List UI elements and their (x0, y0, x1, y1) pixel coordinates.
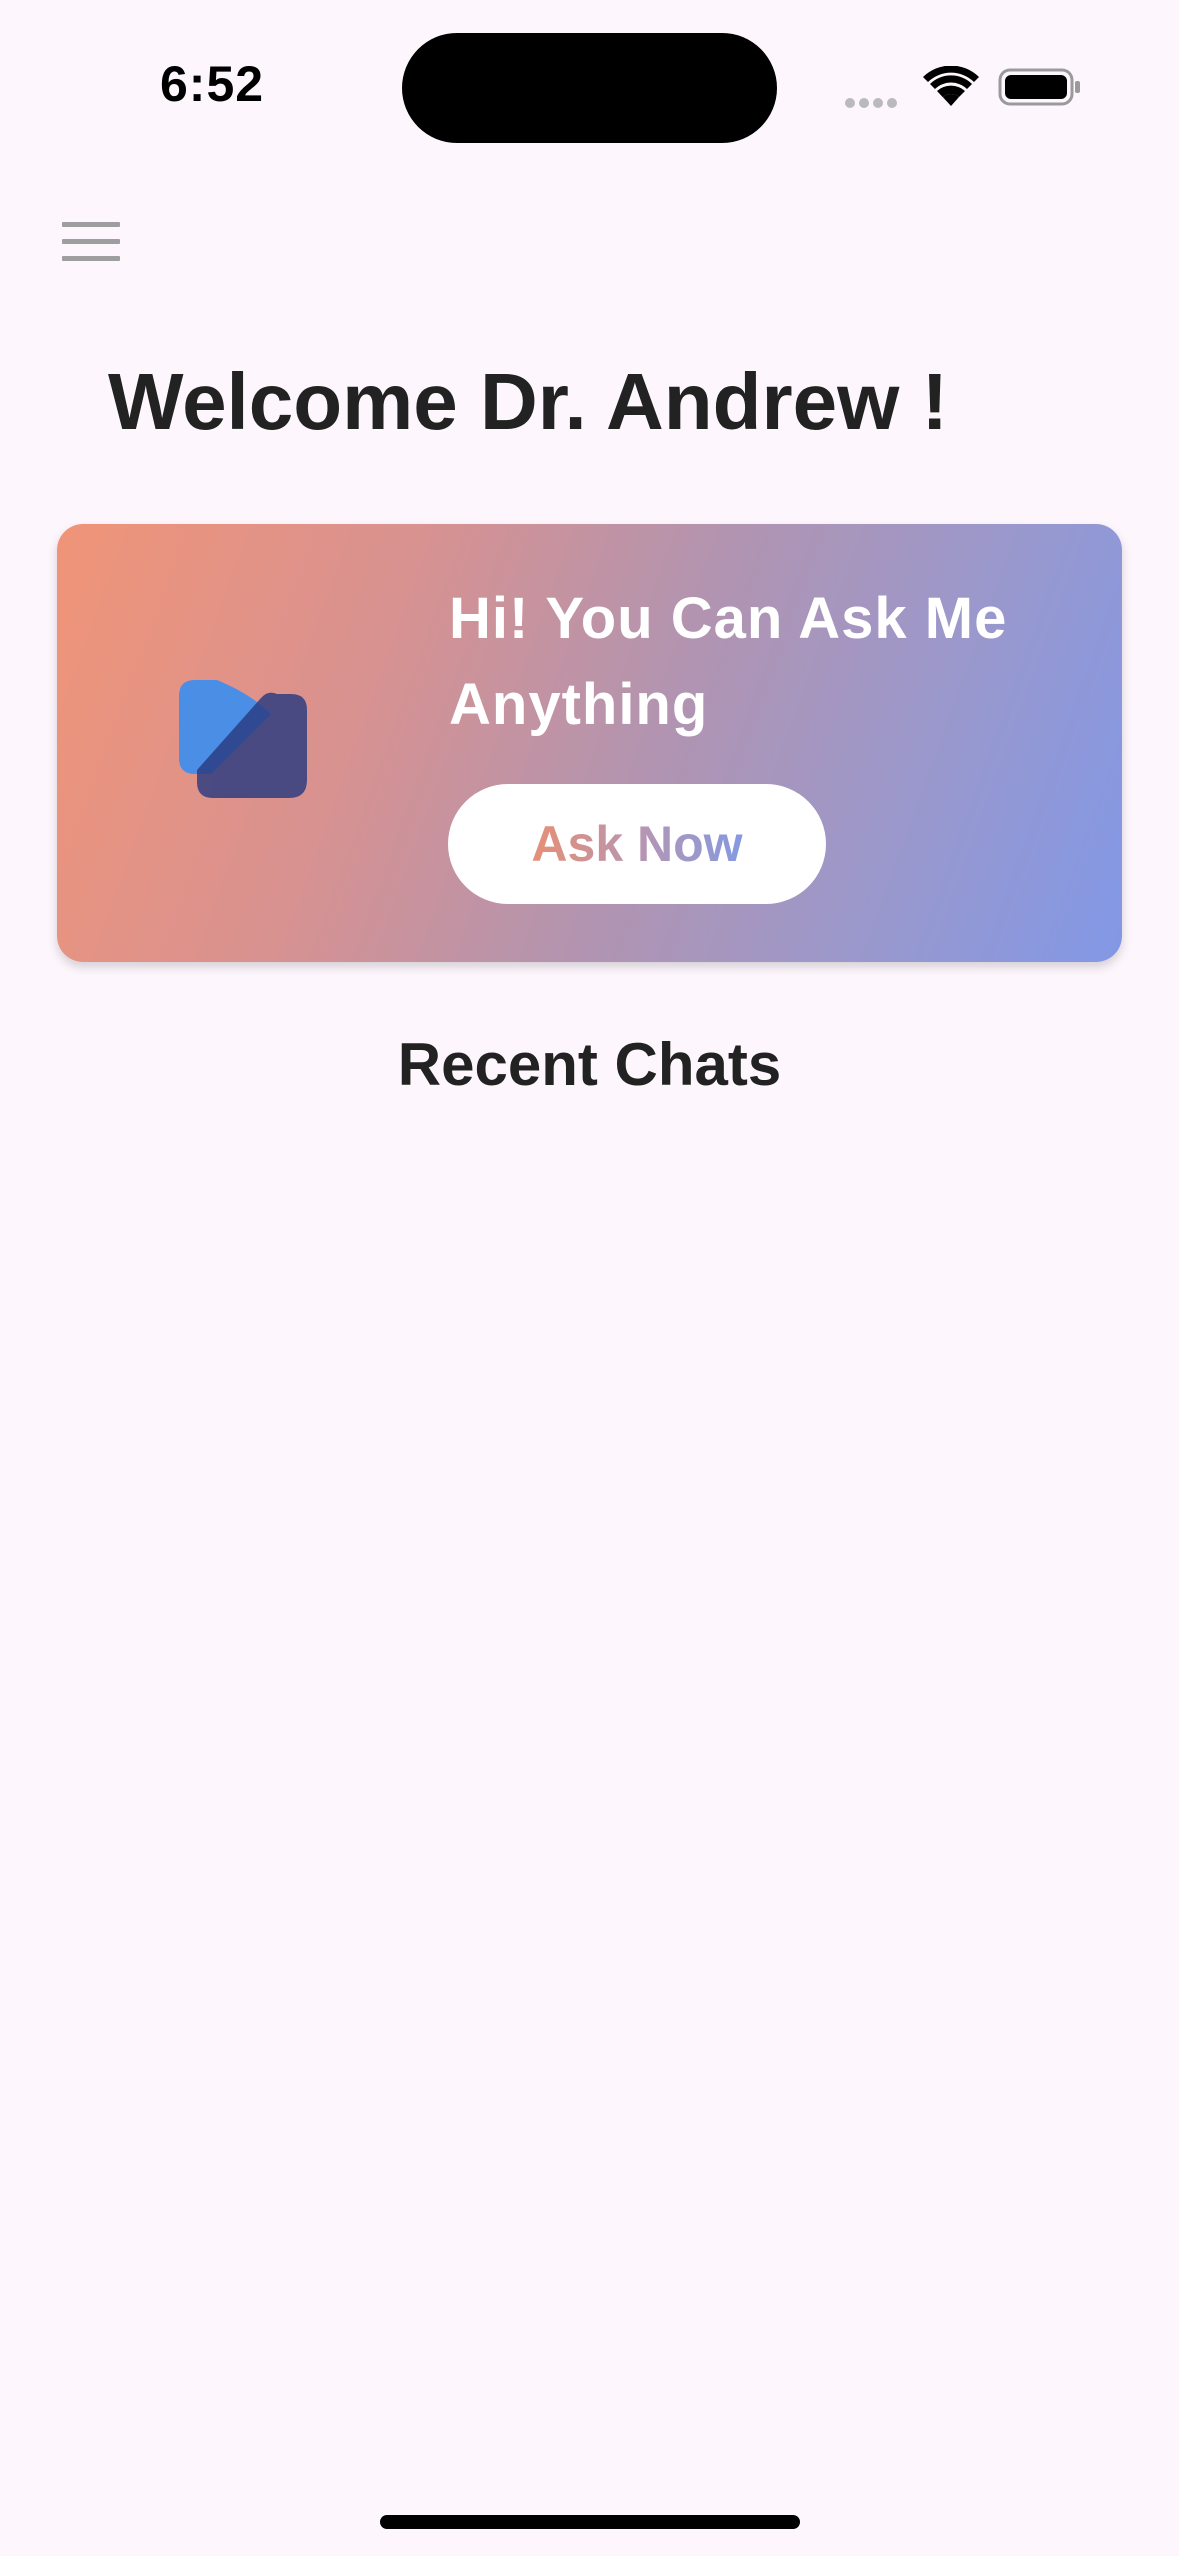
wifi-icon (923, 66, 979, 106)
home-indicator[interactable] (380, 2515, 800, 2529)
signal-icon (845, 95, 905, 108)
assistant-logo-icon (179, 680, 307, 798)
battery-icon (998, 68, 1080, 106)
status-time: 6:52 (160, 56, 265, 112)
dynamic-island (402, 33, 777, 143)
card-heading: Hi! You Can Ask Me Anything (449, 586, 1008, 737)
status-bar: 6:52 (0, 0, 1179, 160)
ask-assistant-card: Hi! You Can Ask Me Anything Ask Now (57, 524, 1122, 962)
page-title: Welcome Dr. Andrew ! (108, 357, 949, 446)
recent-chats-title: Recent Chats (397, 1031, 782, 1098)
ask-now-button[interactable]: Ask Now (448, 784, 826, 904)
ask-now-label: Ask Now (531, 816, 743, 872)
hamburger-menu-icon[interactable] (62, 222, 120, 262)
